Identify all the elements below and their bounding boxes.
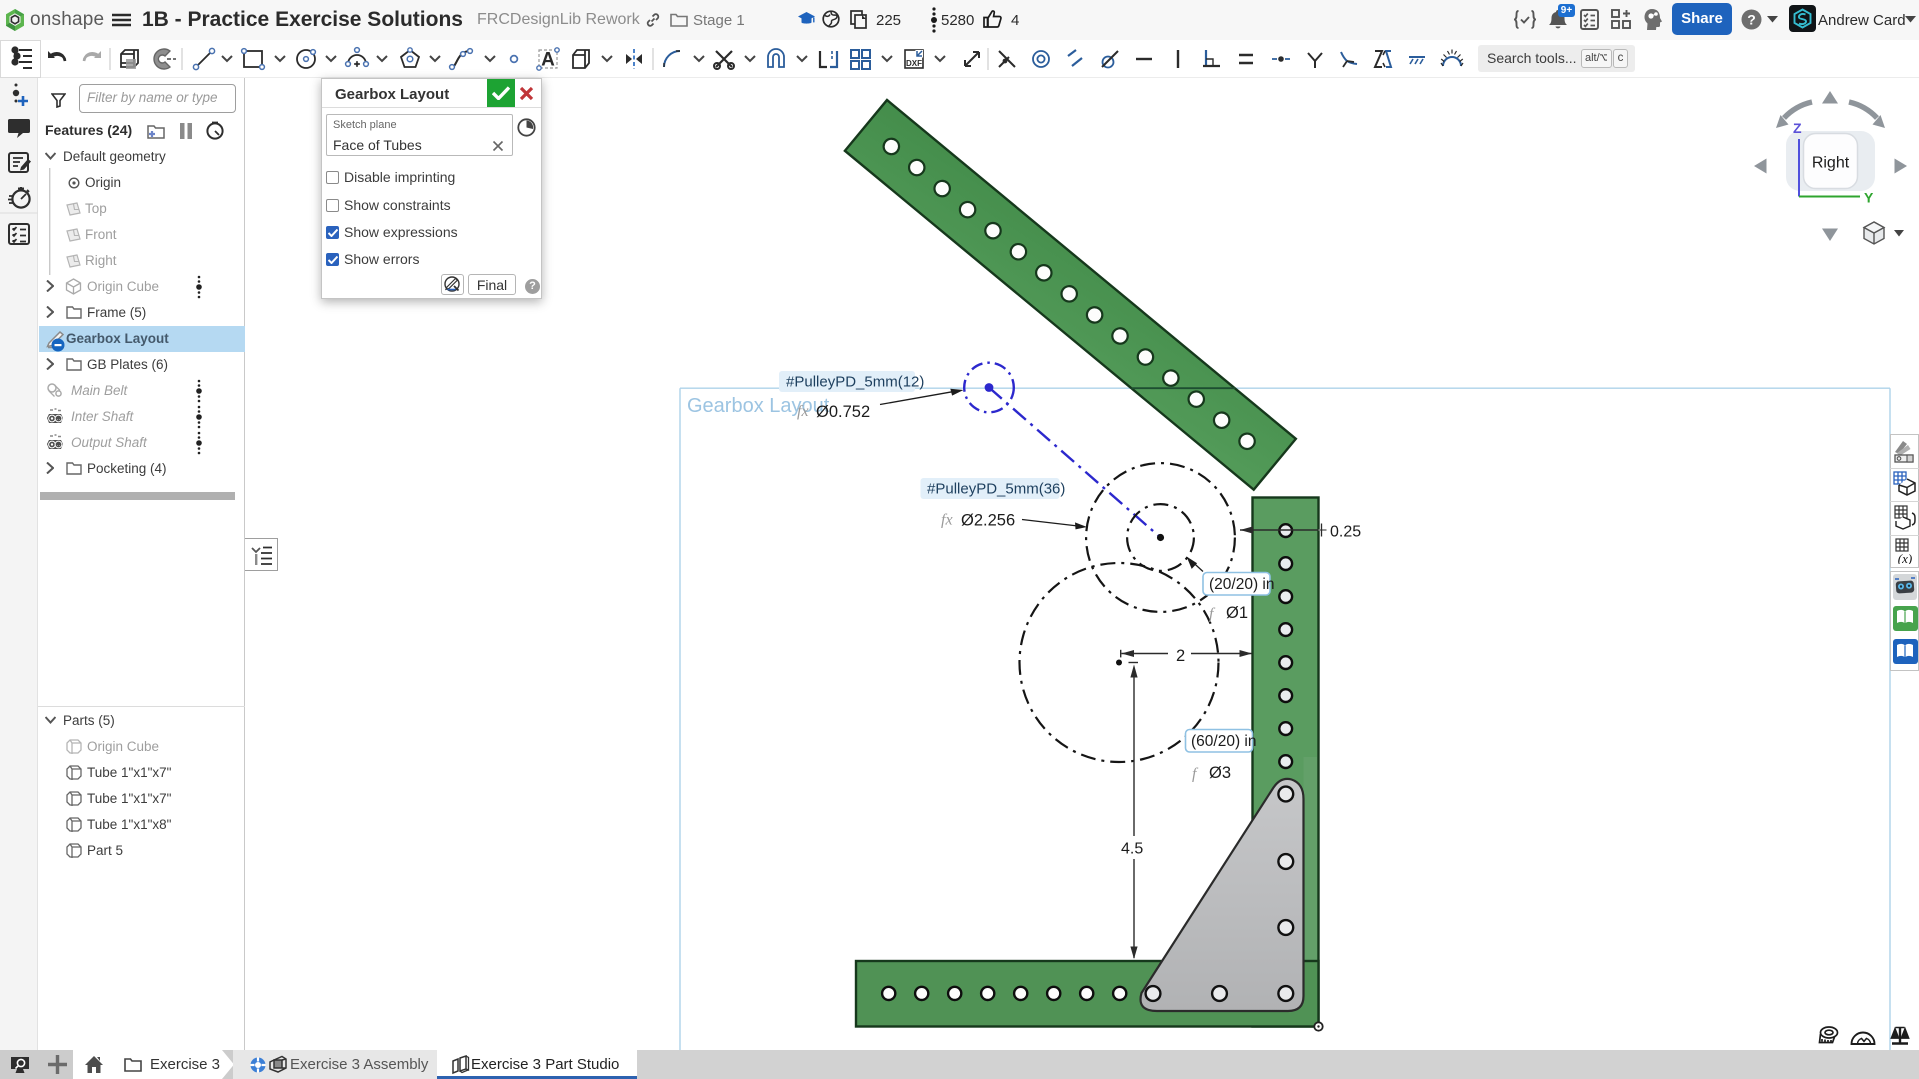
svg-text:f: f xyxy=(1209,606,1216,623)
svg-text:Y: Y xyxy=(1864,190,1874,206)
svg-text:0.25: 0.25 xyxy=(1330,524,1361,541)
svg-text:A: A xyxy=(541,50,555,71)
svg-text:#PulleyPD_5mm(36): #PulleyPD_5mm(36) xyxy=(927,481,1065,498)
svg-text:#PulleyPD_5mm(12): #PulleyPD_5mm(12) xyxy=(786,374,924,391)
svg-text:(60/20) in: (60/20) in xyxy=(1191,733,1256,750)
svg-text:f: f xyxy=(1192,766,1199,783)
svg-text:fx: fx xyxy=(941,512,953,529)
svg-text:2: 2 xyxy=(1176,647,1185,665)
svg-text:Right: Right xyxy=(1812,155,1850,172)
svg-text:Ø3: Ø3 xyxy=(1209,764,1231,782)
svg-text:DXF: DXF xyxy=(906,59,922,68)
svg-text:?: ? xyxy=(1747,12,1756,28)
svg-text:Ø0.752: Ø0.752 xyxy=(816,403,870,421)
svg-text:fx: fx xyxy=(797,403,809,420)
svg-text:Ø1: Ø1 xyxy=(1226,604,1248,622)
svg-text:4.5: 4.5 xyxy=(1121,841,1143,858)
svg-text:(x): (x) xyxy=(1898,551,1912,564)
svg-text:(20/20) in: (20/20) in xyxy=(1209,576,1274,593)
svg-text:Ø2.256: Ø2.256 xyxy=(961,512,1015,530)
svg-text:Z: Z xyxy=(1793,120,1802,136)
